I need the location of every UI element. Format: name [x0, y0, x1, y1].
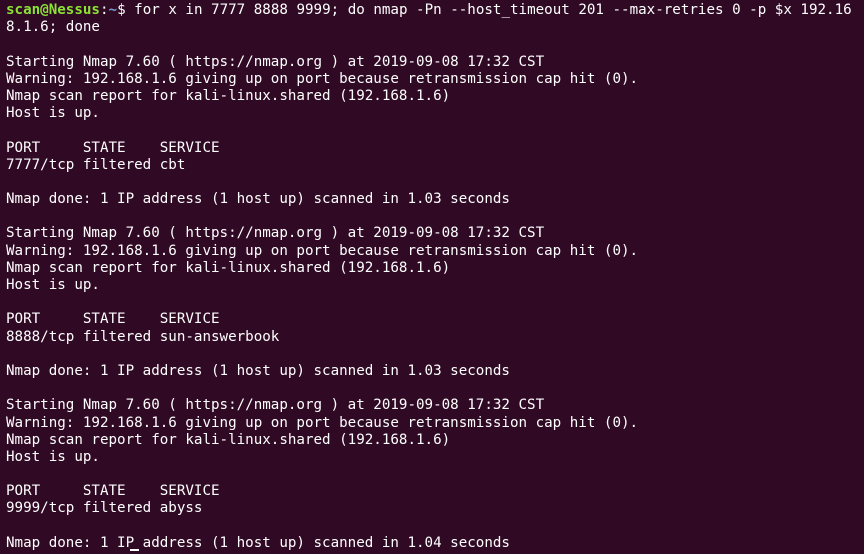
- scan-warning: Warning: 192.168.1.6 giving up on port b…: [6, 242, 639, 259]
- prompt-path: ~: [108, 2, 118, 18]
- text-cursor: [130, 549, 139, 551]
- scan-starting: Starting Nmap 7.60 ( https://nmap.org ) …: [6, 53, 545, 70]
- host-status: Host is up.: [6, 448, 100, 465]
- port-table-header: PORT STATE SERVICE: [6, 311, 220, 328]
- scan-done: Nmap done: 1 IP address (1 host up) scan…: [6, 362, 510, 379]
- scan-starting: Starting Nmap 7.60 ( https://nmap.org ) …: [6, 225, 545, 242]
- terminal-window[interactable]: scan@Nessus:~$ for x in 7777 8888 9999; …: [0, 0, 864, 554]
- prompt-symbol: $: [117, 2, 135, 18]
- scan-report: Nmap scan report for kali-linux.shared (…: [6, 87, 451, 104]
- port-table-header: PORT STATE SERVICE: [6, 483, 220, 500]
- host-status: Host is up.: [6, 105, 100, 122]
- scan-warning: Warning: 192.168.1.6 giving up on port b…: [6, 414, 639, 431]
- prompt-separator: :: [99, 2, 109, 18]
- host-status: Host is up.: [6, 277, 100, 293]
- command-text: for x in 7777 8888 9999; do nmap -Pn --h…: [134, 2, 852, 18]
- scan-starting: Starting Nmap 7.60 ( https://nmap.org ) …: [6, 397, 545, 414]
- command-line[interactable]: scan@Nessus:~$ for x in 7777 8888 9999; …: [6, 2, 864, 19]
- command-line-wrap: 8.1.6; done: [6, 19, 100, 36]
- prompt-user-host: scan@Nessus: [6, 2, 100, 18]
- port-row: 7777/tcp filtered cbt: [6, 156, 186, 173]
- port-row: 8888/tcp filtered sun-answerbook: [6, 328, 280, 345]
- scan-done: Nmap done: 1 IP address (1 host up) scan…: [6, 191, 510, 208]
- port-table-header: PORT STATE SERVICE: [6, 139, 220, 156]
- port-row: 9999/tcp filtered abyss: [6, 500, 203, 517]
- scan-report: Nmap scan report for kali-linux.shared (…: [6, 431, 451, 448]
- scan-warning: Warning: 192.168.1.6 giving up on port b…: [6, 70, 639, 87]
- scan-report: Nmap scan report for kali-linux.shared (…: [6, 259, 451, 276]
